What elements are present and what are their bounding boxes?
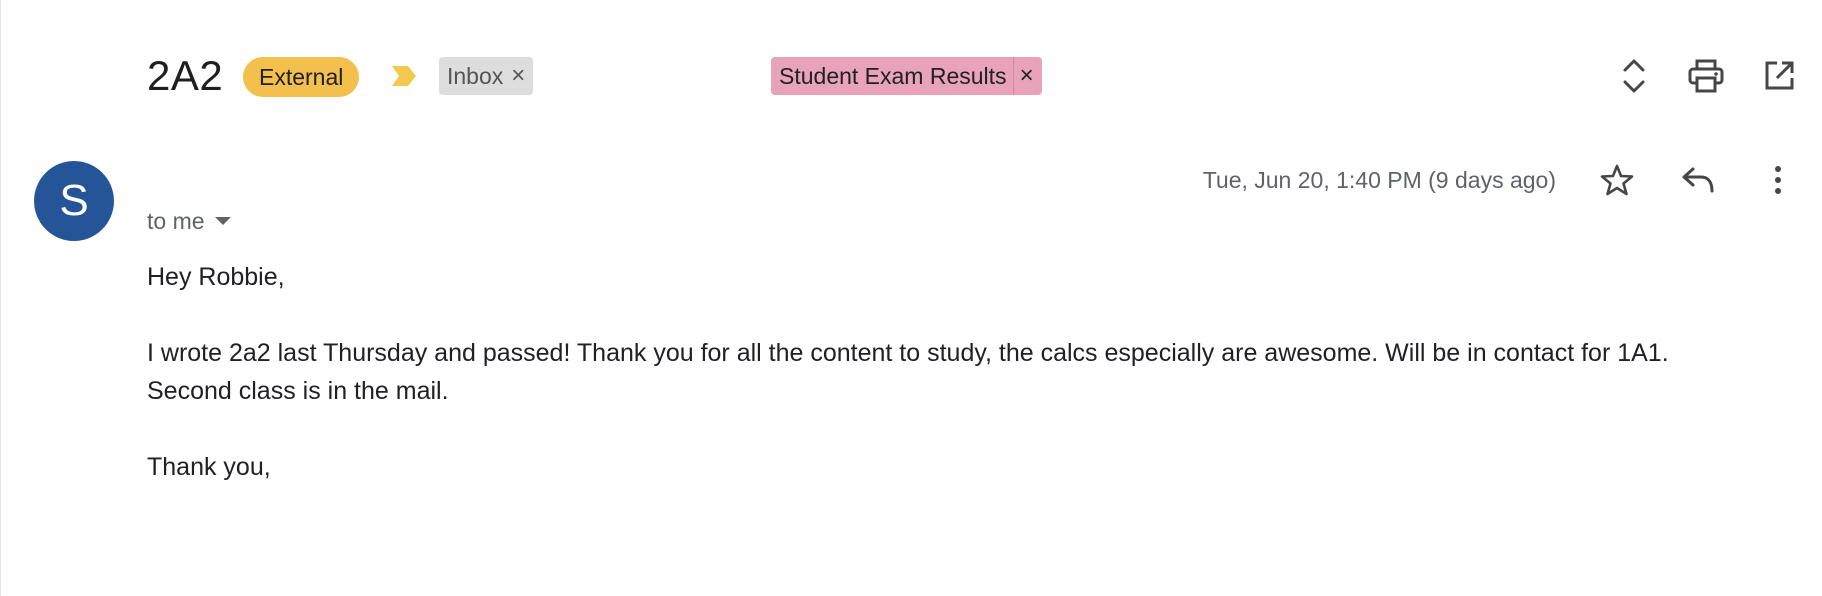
print-icon [1688, 59, 1724, 93]
importance-marker-icon[interactable] [391, 65, 417, 87]
inbox-label-chip[interactable]: Inbox × [439, 57, 534, 95]
closing-line: Thank you, [147, 453, 271, 481]
expand-collapse-icon [1623, 59, 1645, 93]
more-vert-icon [1775, 166, 1781, 194]
expand-all-button[interactable] [1614, 56, 1654, 96]
remove-inbox-label-button[interactable]: × [511, 57, 525, 95]
message-timestamp: Tue, Jun 20, 1:40 PM (9 days ago) [1202, 167, 1556, 193]
message-body: Hey Robbie, I wrote 2a2 last Thursday an… [147, 258, 1767, 524]
reply-button[interactable] [1678, 160, 1718, 200]
external-chip: External [243, 57, 360, 97]
body-line-1: I wrote 2a2 last Thursday and passed! Th… [147, 339, 1669, 367]
sender-avatar[interactable]: S [34, 161, 114, 241]
open-in-new-window-button[interactable] [1759, 56, 1799, 96]
email-subject: 2A2 [147, 52, 224, 99]
label-chip-text: Student Exam Results [779, 63, 1007, 89]
recipient-details-toggle[interactable]: to me [147, 204, 231, 238]
reply-icon [1682, 167, 1714, 193]
greeting-line: Hey Robbie, [147, 263, 285, 291]
inbox-label-text: Inbox [447, 63, 504, 89]
chevron-down-icon[interactable] [214, 217, 231, 225]
chip-separator [1012, 57, 1014, 95]
star-button[interactable] [1597, 160, 1637, 200]
print-all-button[interactable] [1686, 56, 1726, 96]
star-icon [1600, 164, 1634, 196]
remove-label-button[interactable]: × [1020, 57, 1034, 95]
recipient-text: to me [147, 208, 205, 234]
body-paragraph: I wrote 2a2 last Thursday and passed! Th… [147, 334, 1767, 410]
left-divider [0, 0, 1, 596]
student-exam-results-label-chip[interactable]: Student Exam Results × [771, 57, 1042, 95]
open-in-new-window-icon [1765, 61, 1794, 90]
body-line-2: Second class is in the mail. [147, 377, 449, 405]
more-options-button[interactable] [1758, 160, 1798, 200]
